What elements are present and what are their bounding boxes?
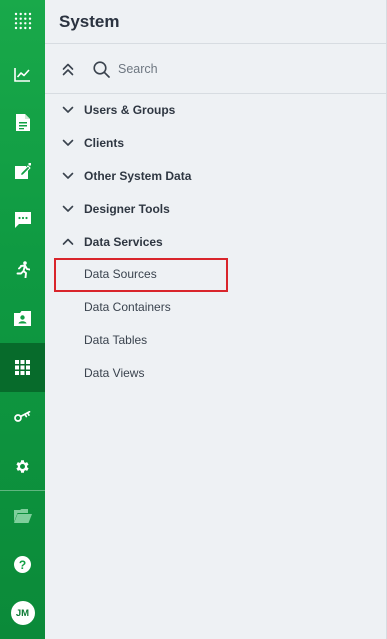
chart-line-icon (14, 67, 30, 82)
app-rail: ? JM (0, 0, 45, 639)
chevron-down-icon (62, 106, 74, 113)
app-launcher-button[interactable] (0, 0, 45, 42)
search-input[interactable] (118, 62, 338, 76)
chat-icon (14, 212, 31, 228)
system-panel: System Users & Groups Clients Other (45, 0, 387, 639)
chevron-up-icon (62, 238, 74, 245)
tree-group-designer-tools[interactable]: Designer Tools (45, 194, 386, 224)
rail-documents-button[interactable] (0, 98, 45, 146)
tree-group-label: Clients (84, 136, 125, 150)
page-title: System (59, 11, 120, 31)
tree-group-data-services[interactable]: Data Services (45, 227, 386, 257)
rail-help-button[interactable]: ? (0, 540, 45, 588)
chevron-down-icon (62, 139, 74, 146)
tree-item-data-tables[interactable]: Data Tables (45, 325, 386, 355)
help-icon: ? (14, 555, 31, 573)
user-menu-button[interactable]: JM (0, 589, 45, 637)
tree-item-label: Data Tables (84, 333, 148, 347)
tree-item-label: Data Sources (84, 267, 157, 281)
tree-item-data-containers[interactable]: Data Containers (45, 292, 386, 322)
tree-group-clients[interactable]: Clients (45, 128, 386, 158)
tree-group-label: Other System Data (84, 169, 192, 183)
panel-header: System (45, 0, 386, 44)
apps-grid-icon (14, 12, 31, 30)
tree-group-label: Users & Groups (84, 103, 176, 117)
rail-system-button[interactable] (0, 343, 45, 392)
collapse-all-button[interactable] (60, 61, 76, 77)
avatar: JM (10, 601, 35, 625)
tree-group-other-system-data[interactable]: Other System Data (45, 161, 386, 191)
rail-analytics-button[interactable] (0, 50, 45, 98)
gear-icon (16, 459, 29, 473)
panel-toolbar (45, 44, 386, 94)
tree-group-users-groups[interactable]: Users & Groups (45, 95, 386, 125)
tree-item-data-views[interactable]: Data Views (45, 358, 386, 388)
document-icon (15, 113, 30, 131)
search-box[interactable] (93, 57, 373, 81)
rail-settings-button[interactable] (0, 442, 45, 490)
running-person-icon (16, 260, 30, 278)
search-icon (93, 60, 110, 78)
rail-forms-button[interactable] (0, 147, 45, 195)
folder-open-icon (13, 509, 32, 523)
rail-activity-button[interactable] (0, 245, 45, 293)
rail-messages-button[interactable] (0, 196, 45, 244)
edit-document-icon (14, 163, 31, 179)
contact-folder-icon (14, 310, 31, 326)
key-icon (14, 411, 31, 422)
tree-group-label: Data Services (84, 235, 163, 249)
rail-security-button[interactable] (0, 393, 45, 441)
rail-files-button[interactable] (0, 492, 45, 540)
chevron-down-icon (62, 172, 74, 179)
tree-item-data-sources[interactable]: Data Sources (45, 259, 386, 289)
grid-icon (15, 360, 30, 375)
tree-item-label: Data Views (84, 366, 145, 380)
chevrons-up-icon (62, 63, 74, 75)
tree-group-label: Designer Tools (84, 202, 170, 216)
svg-text:?: ? (19, 558, 26, 572)
chevron-down-icon (62, 205, 74, 212)
tree-item-label: Data Containers (84, 300, 171, 314)
rail-contacts-button[interactable] (0, 294, 45, 342)
rail-divider (0, 490, 45, 491)
